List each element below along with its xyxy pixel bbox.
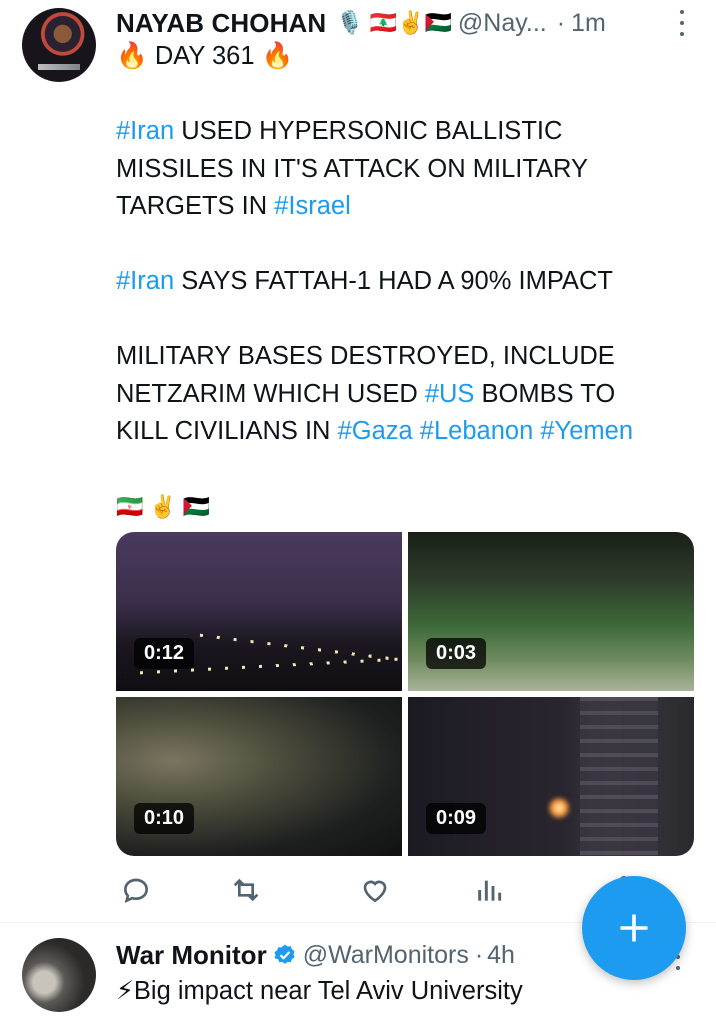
text-line: MILITARY BASES DESTROYED, INCLUDE bbox=[116, 342, 615, 370]
hashtag-link[interactable]: #Yemen bbox=[540, 417, 633, 445]
views-icon[interactable] bbox=[473, 874, 505, 906]
separator-dot: · bbox=[474, 940, 484, 969]
text-line: NETZARIM WHICH USED #US BOMBS TO bbox=[116, 376, 696, 414]
author-handle[interactable]: @Nay... bbox=[458, 9, 547, 38]
retweet-icon[interactable] bbox=[230, 874, 262, 906]
flags-emoji: 🇮🇷✌️🇵🇸 bbox=[116, 494, 217, 519]
text-line: #Iran USED HYPERSONIC BALLISTIC bbox=[116, 113, 696, 151]
video-thumbnail[interactable]: 0:03 bbox=[408, 532, 694, 691]
tweet-header: War Monitor @WarMonitors · 4h bbox=[116, 938, 515, 972]
hashtag-link[interactable]: #US bbox=[425, 380, 475, 408]
video-thumbnail[interactable]: 0:09 bbox=[408, 697, 694, 856]
text-line: KILL CIVILIANS IN #Gaza #Lebanon #Yemen bbox=[116, 413, 696, 451]
reply-icon[interactable] bbox=[120, 874, 152, 906]
avatar-caption bbox=[38, 64, 80, 70]
text-segment: KILL CIVILIANS IN bbox=[116, 417, 338, 445]
tweet-text: 🔥 DAY 361 🔥 #Iran USED HYPERSONIC BALLIS… bbox=[116, 38, 696, 526]
video-duration-badge: 0:10 bbox=[134, 803, 195, 834]
hashtag-link[interactable]: #Iran bbox=[116, 117, 174, 145]
media-grid: 0:12 0:03 0:10 0:09 bbox=[116, 532, 694, 856]
author-name-emoji: 🎙️ 🇱🇧✌️🇵🇸 bbox=[336, 10, 452, 35]
verified-badge-icon bbox=[274, 944, 295, 964]
text-segment: BOMBS TO bbox=[474, 379, 616, 408]
author-avatar[interactable] bbox=[22, 938, 96, 1012]
hashtag-link[interactable]: #Lebanon bbox=[420, 417, 533, 445]
tweet-text: ⚡Big impact near Tel Aviv University bbox=[116, 977, 523, 1005]
text-line: #Iran SAYS FATTAH-1 HAD A 90% IMPACT bbox=[116, 263, 696, 301]
video-thumbnail[interactable]: 0:10 bbox=[116, 697, 402, 856]
tweet-header: NAYAB CHOHAN 🎙️ 🇱🇧✌️🇵🇸 @Nay... · 1m bbox=[116, 6, 696, 40]
tweet-time[interactable]: 1m bbox=[571, 9, 606, 38]
tweet-time[interactable]: 4h bbox=[487, 941, 515, 970]
text-segment: NETZARIM WHICH USED bbox=[116, 379, 425, 408]
hashtag-link[interactable]: #Iran bbox=[116, 267, 174, 295]
text-segment: TARGETS IN bbox=[116, 192, 275, 220]
text-segment: SAYS FATTAH-1 HAD A 90% IMPACT bbox=[174, 267, 613, 295]
author-handle[interactable]: @WarMonitors bbox=[303, 941, 469, 970]
hashtag-link[interactable]: #Gaza bbox=[338, 417, 413, 445]
video-duration-badge: 0:03 bbox=[426, 638, 487, 669]
like-icon[interactable] bbox=[359, 874, 391, 906]
text-line: 🔥 DAY 361 🔥 bbox=[116, 42, 294, 70]
compose-tweet-button[interactable] bbox=[582, 876, 686, 980]
text-segment: USED HYPERSONIC BALLISTIC bbox=[174, 117, 563, 145]
text-line: MISSILES IN IT'S ATTACK ON MILITARY bbox=[116, 154, 588, 183]
author-avatar[interactable] bbox=[22, 8, 96, 82]
author-name[interactable]: NAYAB CHOHAN bbox=[116, 8, 326, 39]
separator-dot: · bbox=[556, 8, 566, 37]
video-thumbnail[interactable]: 0:12 bbox=[116, 532, 402, 691]
more-options-icon[interactable] bbox=[680, 10, 686, 36]
hashtag-link[interactable]: #Israel bbox=[274, 192, 351, 220]
video-duration-badge: 0:12 bbox=[134, 638, 195, 669]
plus-icon bbox=[620, 914, 648, 942]
video-duration-badge: 0:09 bbox=[426, 803, 487, 834]
text-line: TARGETS IN #Israel bbox=[116, 188, 696, 226]
author-name[interactable]: War Monitor bbox=[116, 940, 267, 971]
